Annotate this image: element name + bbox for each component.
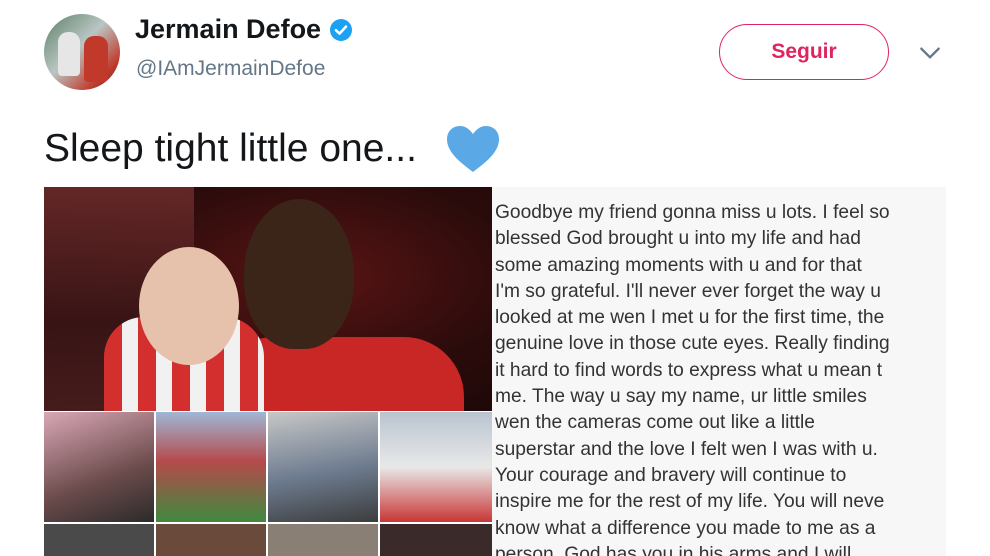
collage-tile bbox=[156, 524, 266, 556]
tweet-text-row: Sleep tight little one... bbox=[44, 124, 501, 174]
letter-line: know what a difference you made to me as… bbox=[495, 517, 876, 539]
collage-tile bbox=[268, 524, 378, 556]
tribute-letter-image[interactable]: Goodbye my friend gonna miss u lots. I f… bbox=[492, 187, 946, 556]
collage-tile bbox=[380, 524, 492, 556]
collage-tile bbox=[380, 412, 492, 522]
collage-tile bbox=[156, 412, 266, 522]
letter-line: blessed God brought u into my life and h… bbox=[495, 228, 861, 250]
profile-avatar[interactable] bbox=[44, 14, 120, 90]
chevron-down-icon[interactable] bbox=[917, 40, 943, 66]
letter-line: Goodbye my friend gonna miss u lots. I f… bbox=[495, 202, 890, 223]
letter-line: it hard to find words to express what u … bbox=[495, 359, 883, 381]
letter-line: inspire me for the rest of my life. You … bbox=[495, 491, 885, 513]
photo-boy-head bbox=[139, 247, 239, 365]
tweet-text: Sleep tight little one... bbox=[44, 127, 417, 170]
display-name[interactable]: Jermain Defoe bbox=[135, 14, 321, 45]
blue-heart-icon bbox=[446, 126, 499, 172]
letter-line: superstar and the love I felt wen I was … bbox=[495, 438, 878, 460]
photo-collage[interactable] bbox=[44, 412, 492, 556]
follow-button[interactable]: Seguir bbox=[719, 24, 889, 80]
tweet-media[interactable]: Goodbye my friend gonna miss u lots. I f… bbox=[44, 187, 946, 556]
collage-tile bbox=[44, 412, 154, 522]
letter-line: person. God has you in his arms and I wi… bbox=[495, 543, 852, 556]
letter-line: Your courage and bravery will continue t… bbox=[495, 464, 847, 486]
letter-line: genuine love in those cute eyes. Really … bbox=[495, 333, 890, 355]
verified-badge-icon bbox=[330, 18, 353, 41]
user-handle[interactable]: @IAmJermainDefoe bbox=[136, 57, 325, 81]
collage-tile bbox=[44, 524, 154, 556]
letter-line: looked at me wen I met u for the first t… bbox=[495, 307, 885, 329]
tribute-letter-text: Goodbye my friend gonna miss u lots. I f… bbox=[495, 200, 946, 556]
letter-line: me. The way u say my name, ur little smi… bbox=[495, 386, 867, 408]
collage-tile bbox=[268, 412, 378, 522]
avatar-figure-right bbox=[84, 36, 108, 82]
letter-line: wen the cameras come out like a little bbox=[495, 412, 815, 434]
letter-line: I'm so grateful. I'll never ever forget … bbox=[495, 280, 881, 302]
display-name-row[interactable]: Jermain Defoe bbox=[135, 14, 353, 45]
letter-line: some amazing moments with u and for that bbox=[495, 254, 862, 276]
main-photo[interactable] bbox=[44, 187, 492, 411]
photo-man-head bbox=[244, 199, 354, 349]
avatar-figure-left bbox=[58, 32, 80, 76]
